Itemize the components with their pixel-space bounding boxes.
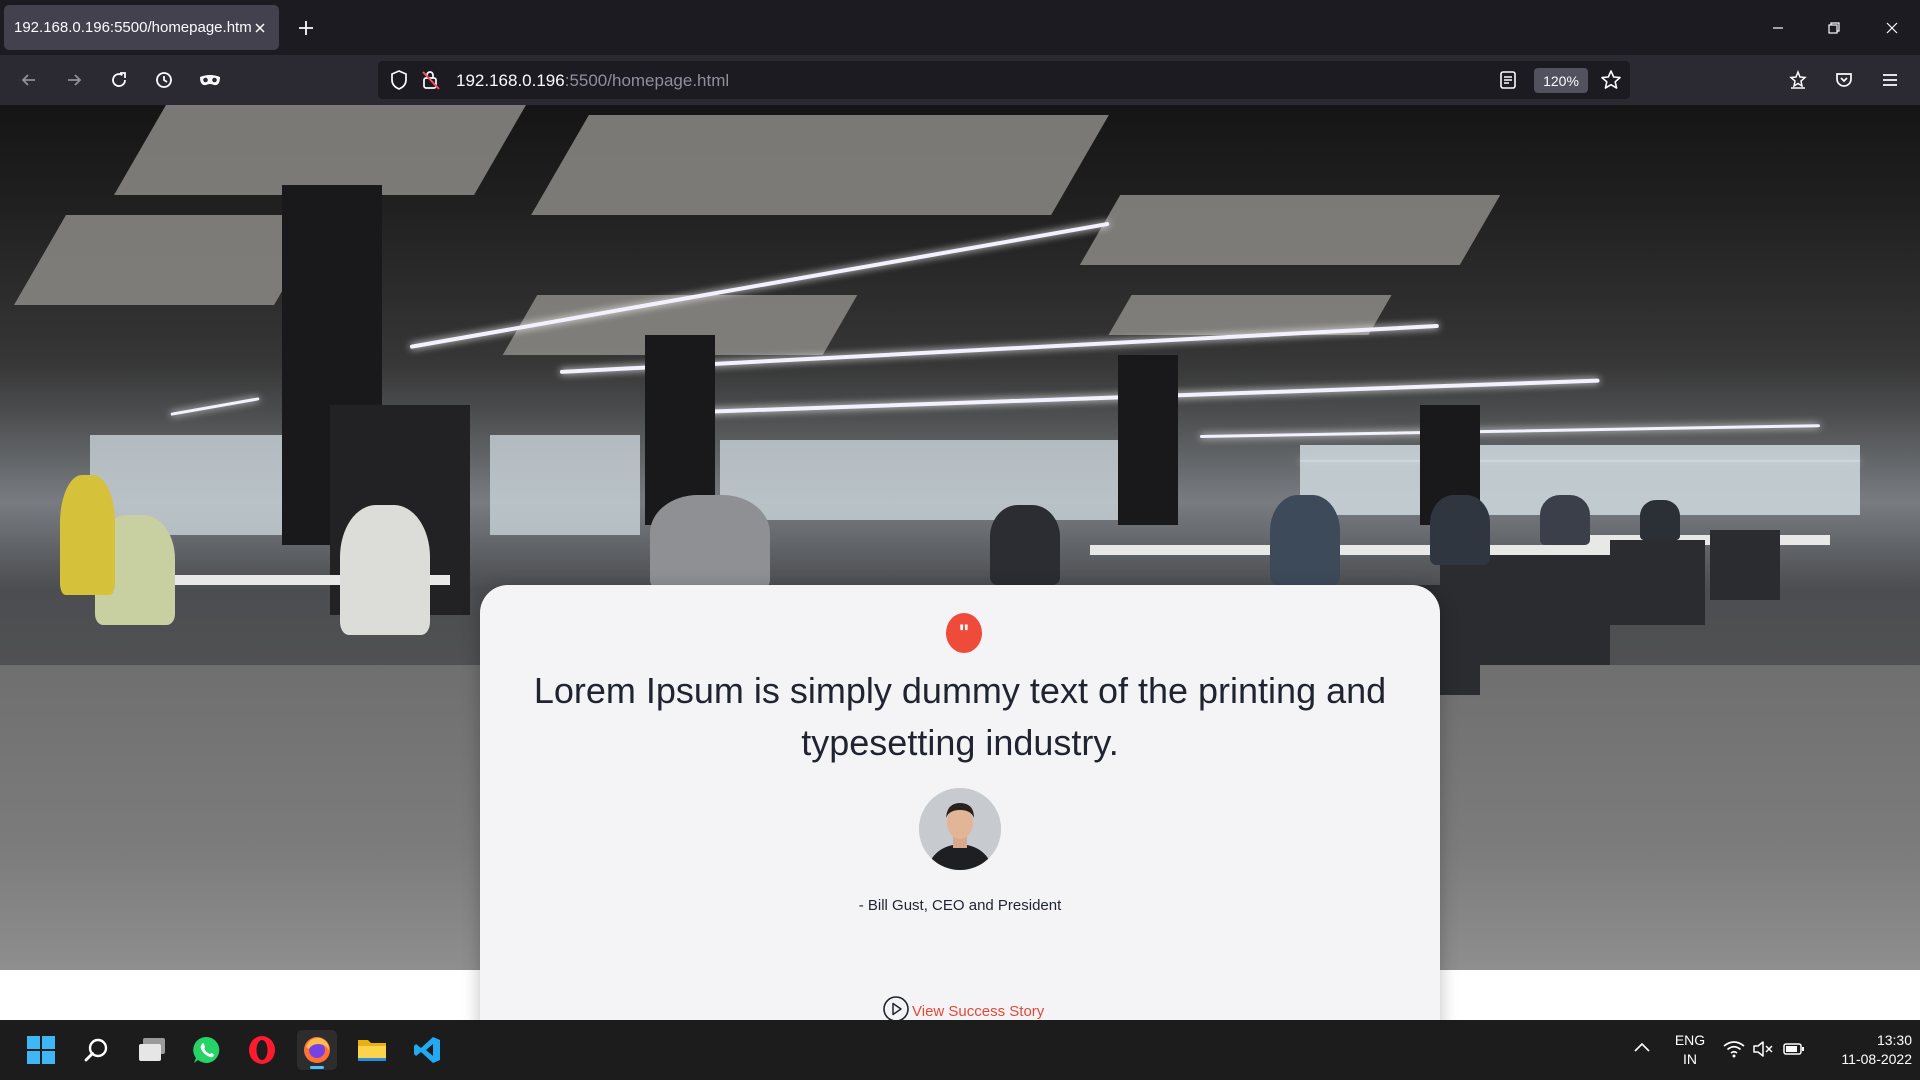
whatsapp-icon[interactable] xyxy=(187,1030,227,1070)
play-circle-icon xyxy=(882,995,910,1020)
history-icon[interactable] xyxy=(147,63,181,97)
file-explorer-icon[interactable] xyxy=(352,1030,392,1070)
tracking-protection-shield-icon[interactable] xyxy=(390,70,408,95)
language-indicator[interactable]: ENG IN xyxy=(1670,1031,1710,1069)
view-success-story-link[interactable]: View Success Story xyxy=(882,995,1045,1020)
clock-time: 13:30 xyxy=(1876,1032,1912,1048)
wifi-icon[interactable] xyxy=(1723,1040,1745,1063)
close-window-button[interactable] xyxy=(1876,12,1908,44)
zoom-level-button[interactable]: 120% xyxy=(1534,68,1588,93)
windows-start-icon[interactable] xyxy=(21,1030,61,1070)
browser-tab[interactable]: 192.168.0.196:5500/homepage.html xyxy=(4,5,279,50)
restore-button[interactable] xyxy=(1818,12,1850,44)
url-path: :5500/homepage.html xyxy=(564,71,730,90)
insecure-lock-icon[interactable] xyxy=(422,70,440,95)
bookmark-star-icon[interactable] xyxy=(1600,69,1622,96)
view-success-story-label: View Success Story xyxy=(912,1002,1045,1020)
forward-button[interactable] xyxy=(57,63,91,97)
private-mask-icon[interactable] xyxy=(193,63,227,97)
address-bar[interactable]: 192.168.0.196:5500/homepage.html 120% xyxy=(378,61,1630,99)
url-text: 192.168.0.196:5500/homepage.html xyxy=(456,71,729,91)
volume-muted-icon[interactable] xyxy=(1752,1040,1774,1063)
language-code: ENG xyxy=(1674,1032,1706,1048)
author-attribution: - Bill Gust, CEO and President xyxy=(858,897,1062,914)
menu-hamburger-icon[interactable] xyxy=(1873,63,1907,97)
firefox-icon[interactable] xyxy=(297,1030,337,1070)
pocket-icon[interactable] xyxy=(1827,63,1861,97)
extensions-icon[interactable] xyxy=(1781,63,1815,97)
page-viewport: " Lorem Ipsum is simply dummy text of th… xyxy=(0,105,1920,1020)
tab-strip: 192.168.0.196:5500/homepage.html xyxy=(0,0,1920,55)
opera-icon[interactable] xyxy=(242,1030,282,1070)
testimonial-quote: Lorem Ipsum is simply dummy text of the … xyxy=(533,670,1387,763)
tab-title: 192.168.0.196:5500/homepage.html xyxy=(14,19,251,36)
url-host: 192.168.0.196 xyxy=(456,71,565,90)
author-avatar xyxy=(919,788,1001,870)
battery-icon[interactable] xyxy=(1783,1041,1805,1062)
vscode-icon[interactable] xyxy=(407,1030,447,1070)
search-icon[interactable] xyxy=(77,1030,117,1070)
windows-taskbar: ENG IN 13:30 11-08-2022 xyxy=(0,1020,1920,1080)
new-tab-button[interactable] xyxy=(292,14,320,42)
reload-button[interactable] xyxy=(102,63,136,97)
testimonial-card: " Lorem Ipsum is simply dummy text of th… xyxy=(480,585,1440,1020)
task-view-icon[interactable] xyxy=(132,1030,172,1070)
show-hidden-icons-chevron-icon[interactable] xyxy=(1633,1040,1651,1058)
quote-mark-icon: " xyxy=(946,613,982,653)
reader-view-icon[interactable] xyxy=(1499,70,1517,95)
clock[interactable]: 13:30 11-08-2022 xyxy=(1812,1031,1912,1069)
minimize-button[interactable] xyxy=(1762,12,1794,44)
back-button[interactable] xyxy=(12,63,46,97)
language-region: IN xyxy=(1683,1051,1697,1067)
clock-date: 11-08-2022 xyxy=(1841,1051,1912,1067)
close-tab-icon[interactable] xyxy=(251,19,269,37)
navigation-toolbar: 192.168.0.196:5500/homepage.html 120% xyxy=(0,55,1920,105)
